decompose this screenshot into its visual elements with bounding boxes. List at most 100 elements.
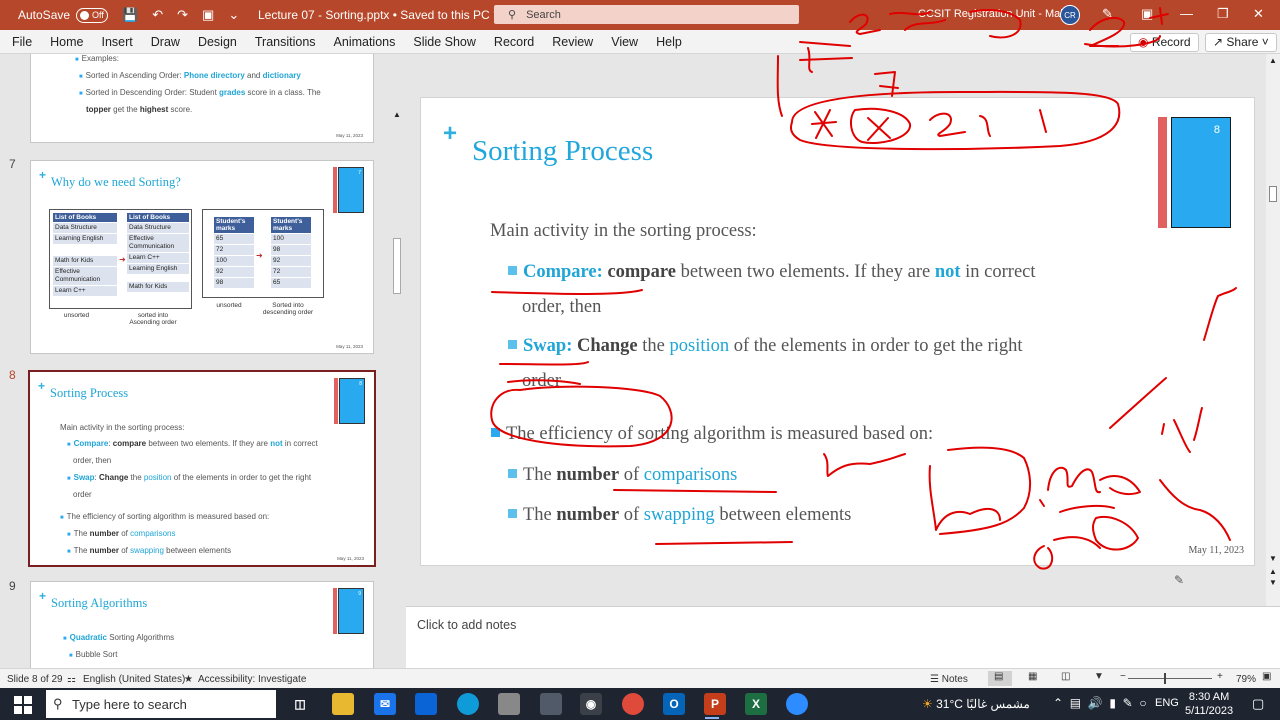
windows-start-icon[interactable] — [14, 696, 32, 714]
tab-record[interactable]: Record — [485, 35, 543, 49]
thumb8-line: ■ The efficiency of sorting algorithm is … — [60, 512, 270, 521]
share-button[interactable]: ↗ Share ˅ — [1205, 33, 1277, 52]
thumbnail-scrollbar[interactable]: ▲ ▼ — [391, 110, 403, 668]
thumbnail-slide-6[interactable]: ■ Examples: ■ Sorted in Ascending Order: P… — [30, 54, 374, 143]
app-icon[interactable] — [498, 693, 520, 715]
thumb6-line: ■ Sorted in Ascending Order: Phone direct… — [79, 71, 301, 80]
save-icon[interactable]: 💾 — [122, 0, 138, 30]
scrollbar-thumb[interactable] — [1269, 186, 1277, 202]
tab-review[interactable]: Review — [543, 35, 602, 49]
calculator-icon[interactable] — [540, 693, 562, 715]
file-explorer-icon[interactable] — [332, 693, 354, 715]
thumbnail-slide-8[interactable]: + Sorting Process 8 Main activity in the… — [28, 370, 376, 567]
taskbar-search[interactable]: ⚲ Type here to search — [46, 690, 276, 718]
input-language[interactable]: ENG — [1155, 697, 1179, 709]
swap-label: Swap: — [523, 336, 573, 356]
accessibility-label[interactable]: Accessibility: Investigate — [198, 674, 306, 685]
scroll-down-icon[interactable]: ▼ — [1269, 554, 1277, 563]
books-unsorted: List of Books Data Structure Learning En… — [52, 212, 118, 297]
avatar[interactable]: CR — [1060, 5, 1080, 25]
record-button[interactable]: ◉ Record — [1130, 33, 1199, 52]
spelling-icon[interactable]: ⚏ — [67, 674, 76, 685]
thumb8-line: order, then — [73, 456, 112, 465]
thumbnail-slide-7[interactable]: + Why do we need Sorting? 7 List of Book… — [30, 160, 374, 354]
close-icon[interactable]: ✕ — [1253, 6, 1264, 22]
store-icon[interactable] — [415, 693, 437, 715]
slide-canvas[interactable]: + Sorting Process 8 Main activity in the… — [420, 97, 1255, 566]
account-name[interactable]: CCSIT Registration Unit - Male — [918, 8, 1069, 20]
powerpoint-icon[interactable]: P — [704, 693, 726, 715]
marks-header: Student's marks — [271, 217, 311, 233]
autosave-toggle[interactable]: Off — [76, 7, 109, 23]
tab-help[interactable]: Help — [647, 35, 691, 49]
notifications-icon[interactable]: ▢ — [1252, 696, 1264, 712]
book-cell: Effective Communication — [127, 234, 189, 252]
slide-show-icon[interactable]: ▼ — [1094, 671, 1104, 682]
books-table: List of Books Data Structure Learning En… — [49, 209, 192, 309]
zoom-slider-thumb[interactable] — [1164, 673, 1166, 684]
tab-file[interactable]: File — [0, 35, 41, 49]
customize-qat-icon[interactable]: ⌄ — [228, 0, 239, 30]
document-title[interactable]: Lecture 07 - Sorting.pptx • Saved to thi… — [258, 8, 500, 22]
tab-view[interactable]: View — [602, 35, 647, 49]
previous-slide-icon[interactable]: ▲ — [1269, 567, 1277, 576]
search-box[interactable]: ⚲ Search — [494, 5, 799, 24]
notes-pane[interactable]: Click to add notes ✎ — [406, 573, 1280, 668]
weather-widget[interactable]: ☀ 31°C مشمس غالبًا — [922, 697, 1030, 711]
notes-toggle[interactable]: ☰ Notes — [930, 674, 968, 685]
taskbar-clock[interactable]: 8:30 AM 5/11/2023 — [1185, 690, 1233, 718]
tab-draw[interactable]: Draw — [142, 35, 189, 49]
accessibility-icon[interactable]: ★ — [184, 674, 193, 685]
scroll-up-icon[interactable]: ▲ — [393, 110, 401, 119]
thumb7-title: Why do we need Sorting? — [51, 175, 181, 189]
mail-icon[interactable]: ✉ — [374, 693, 396, 715]
language-label[interactable]: English (United States) — [83, 674, 185, 685]
excel-icon[interactable]: X — [745, 693, 767, 715]
reading-view-icon[interactable]: ◫ — [1061, 671, 1070, 682]
marks-unsorted: Student's marks 65 72 100 92 98 — [213, 216, 255, 289]
undo-icon[interactable]: ↶ — [152, 0, 163, 30]
outlook-icon[interactable]: O — [663, 693, 685, 715]
zoom-slider[interactable] — [1128, 673, 1212, 684]
efficiency-line: The efficiency of sorting algorithm is m… — [491, 424, 933, 445]
slide-title[interactable]: Sorting Process — [472, 135, 653, 168]
tab-home[interactable]: Home — [41, 35, 92, 49]
minimize-icon[interactable]: — — [1180, 6, 1193, 21]
caption-ascending: sorted into Ascending order — [129, 312, 177, 326]
tab-insert[interactable]: Insert — [93, 35, 142, 49]
tab-slide-show[interactable]: Slide Show — [404, 35, 485, 49]
slide-sorter-icon[interactable]: ▦ — [1028, 671, 1037, 682]
next-slide-icon[interactable]: ▼ — [1269, 578, 1277, 587]
editor-scrollbar[interactable]: ▲ ▼ ▲ ▼ — [1266, 54, 1280, 606]
tab-design[interactable]: Design — [189, 35, 246, 49]
thumb8-number-box: 8 — [339, 378, 365, 424]
maximize-icon[interactable]: ❐ — [1217, 6, 1229, 22]
arrow-icon: ➜ — [119, 255, 126, 264]
chrome-icon[interactable] — [622, 693, 644, 715]
zoom-out-icon[interactable]: − — [1120, 671, 1126, 682]
redo-icon[interactable]: ↷ — [177, 0, 188, 30]
thumb9-text: ■ Quadratic Sorting Algorithms ■ Bubble So… — [63, 630, 174, 664]
scroll-up-icon[interactable]: ▲ — [1269, 56, 1277, 65]
camera-icon[interactable]: ◉ — [580, 693, 602, 715]
notes-icon: ☰ — [930, 674, 939, 685]
present-icon[interactable]: ▣ — [202, 0, 214, 30]
mark-cell: 100 — [214, 256, 254, 266]
zoom-in-icon[interactable]: + — [1217, 671, 1223, 682]
thumbnail-slide-9[interactable]: + Sorting Algorithms 9 ■ Quadratic Sortin… — [30, 581, 374, 668]
pen-icon[interactable]: ✎ — [1102, 6, 1113, 22]
tab-transitions[interactable]: Transitions — [246, 35, 325, 49]
task-view-icon[interactable]: ◫ — [289, 693, 311, 715]
scrollbar-thumb[interactable] — [393, 238, 401, 294]
search-icon: ⚲ — [53, 696, 63, 711]
tab-animations[interactable]: Animations — [325, 35, 405, 49]
zoom-level[interactable]: 79% — [1236, 674, 1256, 685]
record-dot-icon: ◉ — [1138, 35, 1149, 49]
fit-slide-icon[interactable]: ▣ — [1262, 671, 1271, 682]
thumb8-red-bar — [334, 378, 338, 424]
system-tray[interactable]: ⌃ ▤ 🔊 ▮ ✎ ○ — [1053, 696, 1147, 710]
ribbon-display-icon[interactable]: ▣ — [1141, 6, 1153, 22]
notes-placeholder: Click to add notes — [417, 618, 517, 632]
edge-icon[interactable] — [457, 693, 479, 715]
zoom-app-icon[interactable] — [786, 693, 808, 715]
